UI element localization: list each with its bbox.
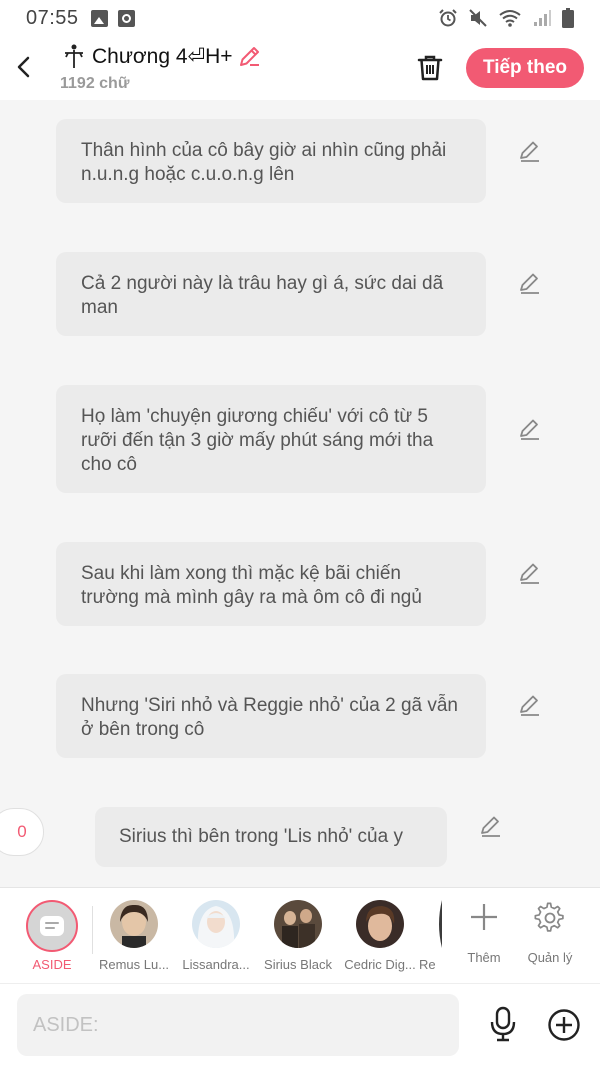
chat-bubble-icon: [40, 916, 64, 936]
character-name: Sirius Black: [264, 957, 332, 972]
plus-icon: [471, 904, 497, 930]
chapter-title-row[interactable]: Chương 4⏎H+: [60, 42, 263, 70]
message-bubble[interactable]: Nhưng 'Siri nhỏ và Reggie nhỏ' của 2 gã …: [56, 674, 486, 758]
edit-message-icon[interactable]: [478, 813, 504, 839]
manage-label: Quản lý: [527, 950, 573, 965]
image-notification-icon: [90, 9, 108, 27]
add-character-button[interactable]: Thêm: [456, 902, 512, 972]
signal-icon: [534, 10, 551, 26]
mute-icon: [469, 9, 487, 27]
top-app-bar: Chương 4⏎H+ 1192 chữ Tiếp theo: [0, 36, 600, 100]
microphone-icon[interactable]: [487, 1006, 519, 1042]
back-arrow-icon[interactable]: [12, 52, 36, 82]
status-bar: 07:55: [0, 0, 600, 36]
wifi-icon: [499, 10, 521, 27]
word-count: 1192 chữ: [60, 75, 130, 92]
edit-message-icon[interactable]: [517, 270, 543, 296]
gear-icon: [534, 902, 564, 932]
chapter-title: Chương 4⏎H+: [92, 44, 233, 68]
avatar-partial[interactable]: [436, 900, 442, 948]
input-bar: [0, 983, 600, 1067]
battery-icon: [562, 8, 574, 28]
divider: [92, 906, 93, 954]
message-bubble[interactable]: Cả 2 người này là trâu hay gì á, sức dai…: [56, 252, 486, 336]
avatar-cedric[interactable]: [356, 900, 404, 948]
character-name: Lissandra...: [182, 957, 250, 972]
character-selector: ASIDE Remus Lu... Lissandra... Sirius Bl: [0, 887, 600, 983]
edit-message-icon[interactable]: [517, 692, 543, 718]
edit-message-icon[interactable]: [517, 138, 543, 164]
aside-label: ASIDE: [32, 957, 72, 972]
message-bubble[interactable]: Sau khi làm xong thì mặc kệ bãi chiến tr…: [56, 542, 486, 626]
message-bubble[interactable]: Thân hình của cô bây giờ ai nhìn cũng ph…: [56, 119, 486, 203]
aside-input[interactable]: [17, 994, 459, 1056]
edit-title-icon[interactable]: [237, 43, 263, 69]
clock-notification-icon: [117, 9, 135, 27]
comment-counter[interactable]: 0: [0, 808, 44, 856]
character-name: Remus Lu...: [98, 957, 170, 972]
trash-icon[interactable]: [414, 52, 446, 84]
character-name: Cedric Dig...: [344, 957, 416, 972]
avatar-sirius[interactable]: [274, 900, 322, 948]
next-button[interactable]: Tiếp theo: [466, 48, 584, 88]
edit-message-icon[interactable]: [517, 560, 543, 586]
add-circle-icon[interactable]: [547, 1008, 581, 1042]
manage-button[interactable]: Quản lý: [522, 902, 578, 972]
alarm-icon: [439, 9, 457, 27]
add-label: Thêm: [467, 950, 501, 965]
avatar-lissandra[interactable]: [192, 900, 240, 948]
status-notification-icons: [90, 9, 135, 27]
chapter-content[interactable]: Thân hình của cô bây giờ ai nhìn cũng ph…: [0, 100, 600, 887]
cross-figure-icon: [65, 44, 83, 68]
message-bubble[interactable]: Sirius thì bên trong 'Lis nhỏ' của y: [95, 807, 447, 867]
status-time: 07:55: [26, 6, 79, 29]
message-bubble[interactable]: Họ làm 'chuyện giương chiếu' với cô từ 5…: [56, 385, 486, 493]
status-system-icons: [438, 8, 574, 28]
edit-message-icon[interactable]: [517, 416, 543, 442]
character-name: Re: [419, 957, 436, 972]
aside-button[interactable]: [26, 900, 78, 952]
avatar-remus[interactable]: [110, 900, 158, 948]
